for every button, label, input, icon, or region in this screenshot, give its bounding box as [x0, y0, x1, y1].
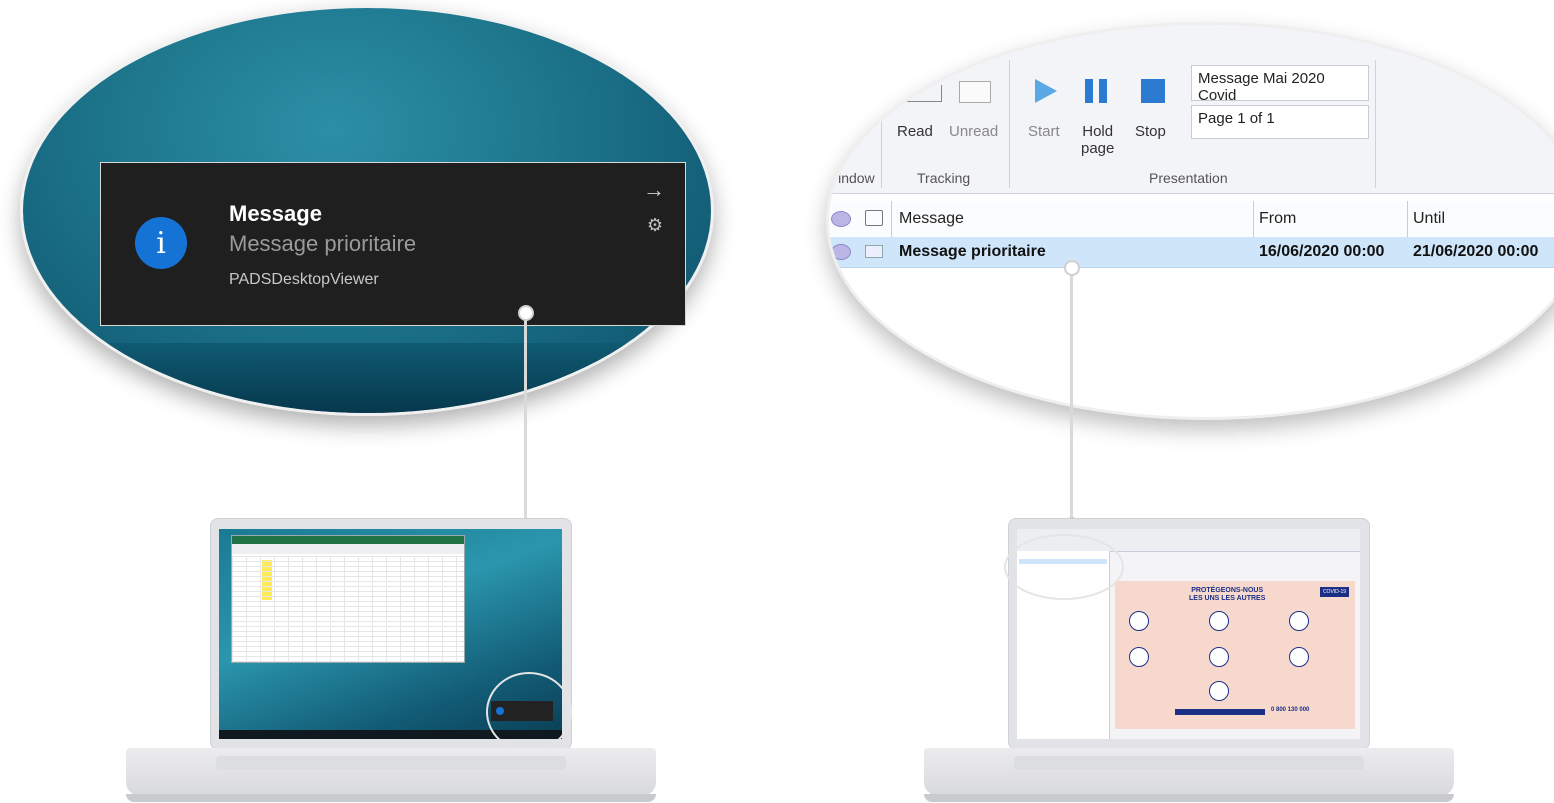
poster-footer-bar	[1175, 709, 1265, 715]
pause-icon	[1085, 79, 1093, 103]
zoom-callout-viewer: : Vindow Read Unread Tracking Start Hold…	[826, 22, 1554, 420]
covid-poster: PROTÉGEONS-NOUS LES UNS LES AUTRES COVID…	[1115, 581, 1355, 729]
laptop-keyboard	[1014, 756, 1364, 770]
laptop-base-lip	[924, 794, 1454, 802]
callout-anchor-dot	[1064, 260, 1080, 276]
hold-page-label-line1: Hold	[1082, 123, 1114, 140]
column-separator	[1253, 201, 1254, 237]
column-header-until[interactable]: Until	[1413, 210, 1445, 228]
poster-pictogram	[1289, 647, 1309, 667]
stop-button[interactable]: Stop	[1135, 123, 1166, 140]
hold-page-label-line2: page	[1081, 140, 1115, 157]
poster-pictogram	[1209, 681, 1229, 701]
row-until: 21/06/2020 00:00	[1413, 243, 1539, 260]
mail-status-icon	[865, 210, 883, 226]
column-separator	[891, 201, 892, 237]
desktop-background-shade	[23, 343, 711, 413]
notification-app-name: PADSDesktopViewer	[229, 271, 379, 288]
poster-phone: 0 800 130 000	[1271, 707, 1310, 713]
play-icon	[1035, 79, 1057, 103]
ribbon-fragment: :	[859, 119, 863, 135]
row-message: Message prioritaire	[899, 243, 1046, 260]
table-row[interactable]: Message prioritaire 16/06/2020 00:00 21/…	[829, 237, 1554, 268]
chat-bubble-icon	[831, 211, 851, 227]
callout-connector-line	[1070, 268, 1073, 524]
arrow-right-icon[interactable]: →	[643, 177, 665, 203]
unread-button[interactable]: Unread	[949, 123, 998, 140]
poster-headline-line1: PROTÉGEONS-NOUS	[1191, 587, 1264, 594]
poster-badge: COVID-19	[1319, 587, 1349, 597]
poster-pictogram	[1209, 611, 1229, 631]
laptop-base	[126, 748, 656, 796]
hold-page-button[interactable]: Hold page	[1081, 123, 1114, 157]
laptop-keyboard	[216, 756, 566, 770]
row-from: 16/06/2020 00:00	[1259, 243, 1385, 260]
notification-body: Message prioritaire	[229, 231, 417, 256]
poster-pictogram	[1289, 611, 1309, 631]
ribbon-separator	[1009, 60, 1010, 188]
envelope-icon	[865, 245, 883, 258]
callout-anchor-dot	[518, 305, 534, 321]
ribbon-toolbar: : Vindow Read Unread Tracking Start Hold…	[829, 25, 1554, 194]
column-header-message[interactable]: Message	[899, 210, 964, 228]
gear-icon[interactable]: ⚙	[647, 215, 663, 236]
poster-pictogram	[1209, 647, 1229, 667]
poster-pictogram	[1129, 647, 1149, 667]
laptop-base	[924, 748, 1454, 796]
read-icon	[905, 85, 942, 102]
ribbon-group-tracking: Tracking	[917, 170, 971, 186]
ribbon-group-presentation: Presentation	[1149, 170, 1228, 186]
envelope-icon	[959, 81, 991, 103]
poster-headline-line2: LES UNS LES AUTRES	[1189, 595, 1266, 602]
info-glyph: i	[156, 225, 166, 261]
info-icon: i	[135, 217, 187, 269]
zoom-source-circle	[1004, 534, 1124, 600]
poster-headline: PROTÉGEONS-NOUS LES UNS LES AUTRES	[1189, 587, 1265, 603]
toast-notification[interactable]: i Message Message prioritaire PADSDeskto…	[100, 162, 686, 326]
spreadsheet-window	[231, 535, 465, 663]
message-grid-header: Message From Until	[829, 201, 1554, 238]
ribbon-group-window: Vindow	[829, 170, 875, 186]
spreadsheet-titlebar	[232, 536, 464, 544]
read-button[interactable]: Read	[897, 123, 933, 140]
laptop-base-lip	[126, 794, 656, 802]
ribbon-separator	[1375, 60, 1376, 188]
column-header-from[interactable]: From	[1259, 210, 1296, 228]
spreadsheet-ribbon	[232, 544, 464, 554]
stop-icon	[1141, 79, 1165, 103]
spreadsheet-grid	[232, 556, 464, 662]
start-button[interactable]: Start	[1028, 123, 1060, 140]
pause-icon	[1099, 79, 1107, 103]
notification-title: Message	[229, 201, 322, 226]
page-indicator-field: Page 1 of 1	[1191, 105, 1369, 139]
ribbon-separator	[881, 60, 882, 188]
poster-pictogram	[1129, 611, 1149, 631]
zoom-source-circle	[486, 672, 572, 752]
column-header-separator	[1407, 201, 1408, 237]
chat-bubble-icon	[831, 244, 851, 260]
message-name-field[interactable]: Message Mai 2020 Covid	[1191, 65, 1369, 104]
